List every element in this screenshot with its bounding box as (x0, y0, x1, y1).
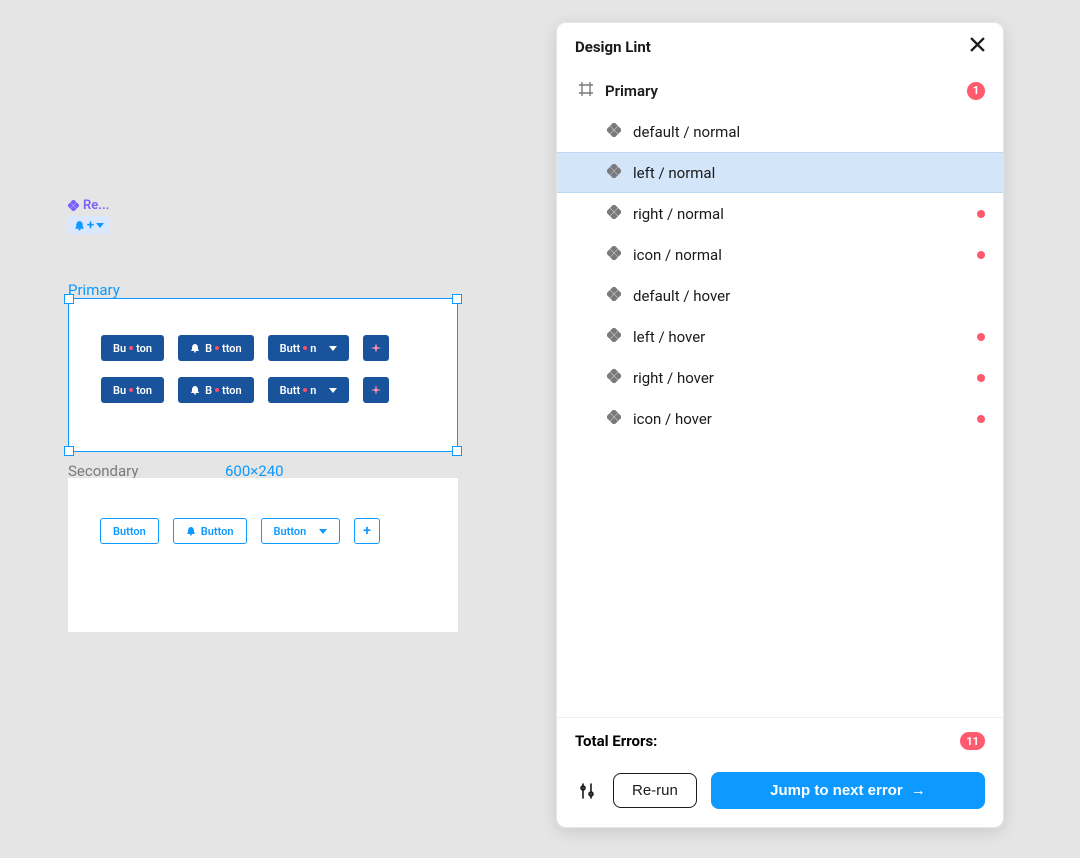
preview-button-sec-right[interactable]: Button (261, 518, 340, 544)
preview-button-right-hover[interactable]: Buttn (268, 377, 349, 403)
primary-variant-frame[interactable]: Buton Btton Buttn Buton Btton Buttn (68, 298, 458, 452)
bell-icon (190, 385, 200, 395)
preview-button-default-hover[interactable]: Buton (101, 377, 164, 403)
jump-label: Jump to next error (770, 782, 903, 799)
component-label-text: Re... (83, 198, 109, 213)
error-dot (977, 210, 985, 218)
total-errors-count: 11 (960, 732, 985, 750)
tree-item[interactable]: icon / hover (557, 398, 1003, 439)
tree-item-label: icon / hover (633, 410, 977, 428)
close-button[interactable] (970, 37, 985, 56)
rerun-button[interactable]: Re-run (613, 773, 697, 808)
sliders-icon (579, 783, 595, 799)
panel-actions: Re-run Jump to next error → (557, 760, 1003, 827)
tree-item-label: left / normal (633, 164, 985, 182)
tree-item-label: icon / normal (633, 246, 977, 264)
settings-button[interactable] (575, 779, 599, 803)
variant-icon (607, 328, 621, 346)
chevron-down-icon (329, 346, 337, 351)
tree-item-label: default / normal (633, 123, 985, 141)
tree-root-badge: 1 (967, 82, 985, 100)
jump-to-next-error-button[interactable]: Jump to next error → (711, 772, 985, 809)
panel-title: Design Lint (575, 38, 651, 56)
preview-button-icon-hover[interactable] (363, 377, 389, 403)
sparkle-icon (371, 343, 381, 353)
arrow-right-icon: → (911, 782, 926, 799)
variant-icon (607, 246, 621, 264)
layer-tree: Primary 1 default / normal left / normal r… (557, 70, 1003, 717)
tree-root-label: Primary (605, 82, 967, 100)
plus-icon: + (87, 219, 94, 232)
tree-item[interactable]: left / normal (557, 152, 1003, 193)
design-lint-panel: Design Lint Primary 1 default / normal le… (556, 22, 1004, 828)
tree-item[interactable]: right / hover (557, 357, 1003, 398)
component-diamond-icon (68, 200, 79, 211)
tree-item[interactable]: icon / normal (557, 234, 1003, 275)
selection-handle-bottom-right[interactable] (452, 446, 462, 456)
bell-icon (186, 526, 196, 536)
total-errors-label: Total Errors: (575, 732, 657, 750)
variant-icon (607, 287, 621, 305)
tree-item-label: right / normal (633, 205, 977, 223)
tree-item[interactable]: right / normal (557, 193, 1003, 234)
tree-item-label: default / hover (633, 287, 985, 305)
error-dot (977, 415, 985, 423)
preview-button-left-normal[interactable]: Btton (178, 335, 254, 361)
error-dot (977, 251, 985, 259)
variant-icon (607, 205, 621, 223)
preview-button-sec-left[interactable]: Button (173, 518, 247, 544)
bell-icon (74, 220, 85, 231)
variant-icon (607, 369, 621, 387)
preview-button-sec-icon[interactable]: + (354, 518, 380, 544)
plus-icon: + (363, 523, 371, 539)
variant-toolbar[interactable]: + (68, 216, 110, 234)
tree-item-label: left / hover (633, 328, 977, 346)
preview-button-sec-default[interactable]: Button (100, 518, 159, 544)
variant-icon (607, 164, 621, 182)
preview-button-right-normal[interactable]: Buttn (268, 335, 349, 361)
close-icon (970, 37, 985, 52)
tree-root-primary[interactable]: Primary 1 (557, 70, 1003, 111)
tree-item-label: right / hover (633, 369, 977, 387)
selection-handle-top-left[interactable] (64, 294, 74, 304)
tree-item[interactable]: left / hover (557, 316, 1003, 357)
preview-button-icon-normal[interactable] (363, 335, 389, 361)
tree-item[interactable]: default / normal (557, 111, 1003, 152)
bell-icon (190, 343, 200, 353)
preview-button-default-normal[interactable]: Buton (101, 335, 164, 361)
frame-icon (579, 82, 593, 100)
tree-item[interactable]: default / hover (557, 275, 1003, 316)
selection-handle-top-right[interactable] (452, 294, 462, 304)
panel-header: Design Lint (557, 23, 1003, 70)
preview-button-left-hover[interactable]: Btton (178, 377, 254, 403)
error-dot (977, 333, 985, 341)
sparkle-icon (371, 385, 381, 395)
selection-handle-bottom-left[interactable] (64, 446, 74, 456)
error-dot (977, 374, 985, 382)
variant-icon (607, 410, 621, 428)
secondary-variant-frame[interactable]: Button Button Button + (68, 478, 458, 632)
variant-icon (607, 123, 621, 141)
chevron-down-icon (319, 529, 327, 534)
chevron-down-icon (96, 223, 104, 228)
chevron-down-icon (329, 388, 337, 393)
panel-footer: Total Errors: 11 (557, 717, 1003, 760)
design-canvas: Re... + Primary Buton Btton Buttn Buton … (0, 0, 560, 858)
frame-label-primary[interactable]: Primary (68, 281, 120, 299)
component-label[interactable]: Re... (68, 198, 109, 213)
